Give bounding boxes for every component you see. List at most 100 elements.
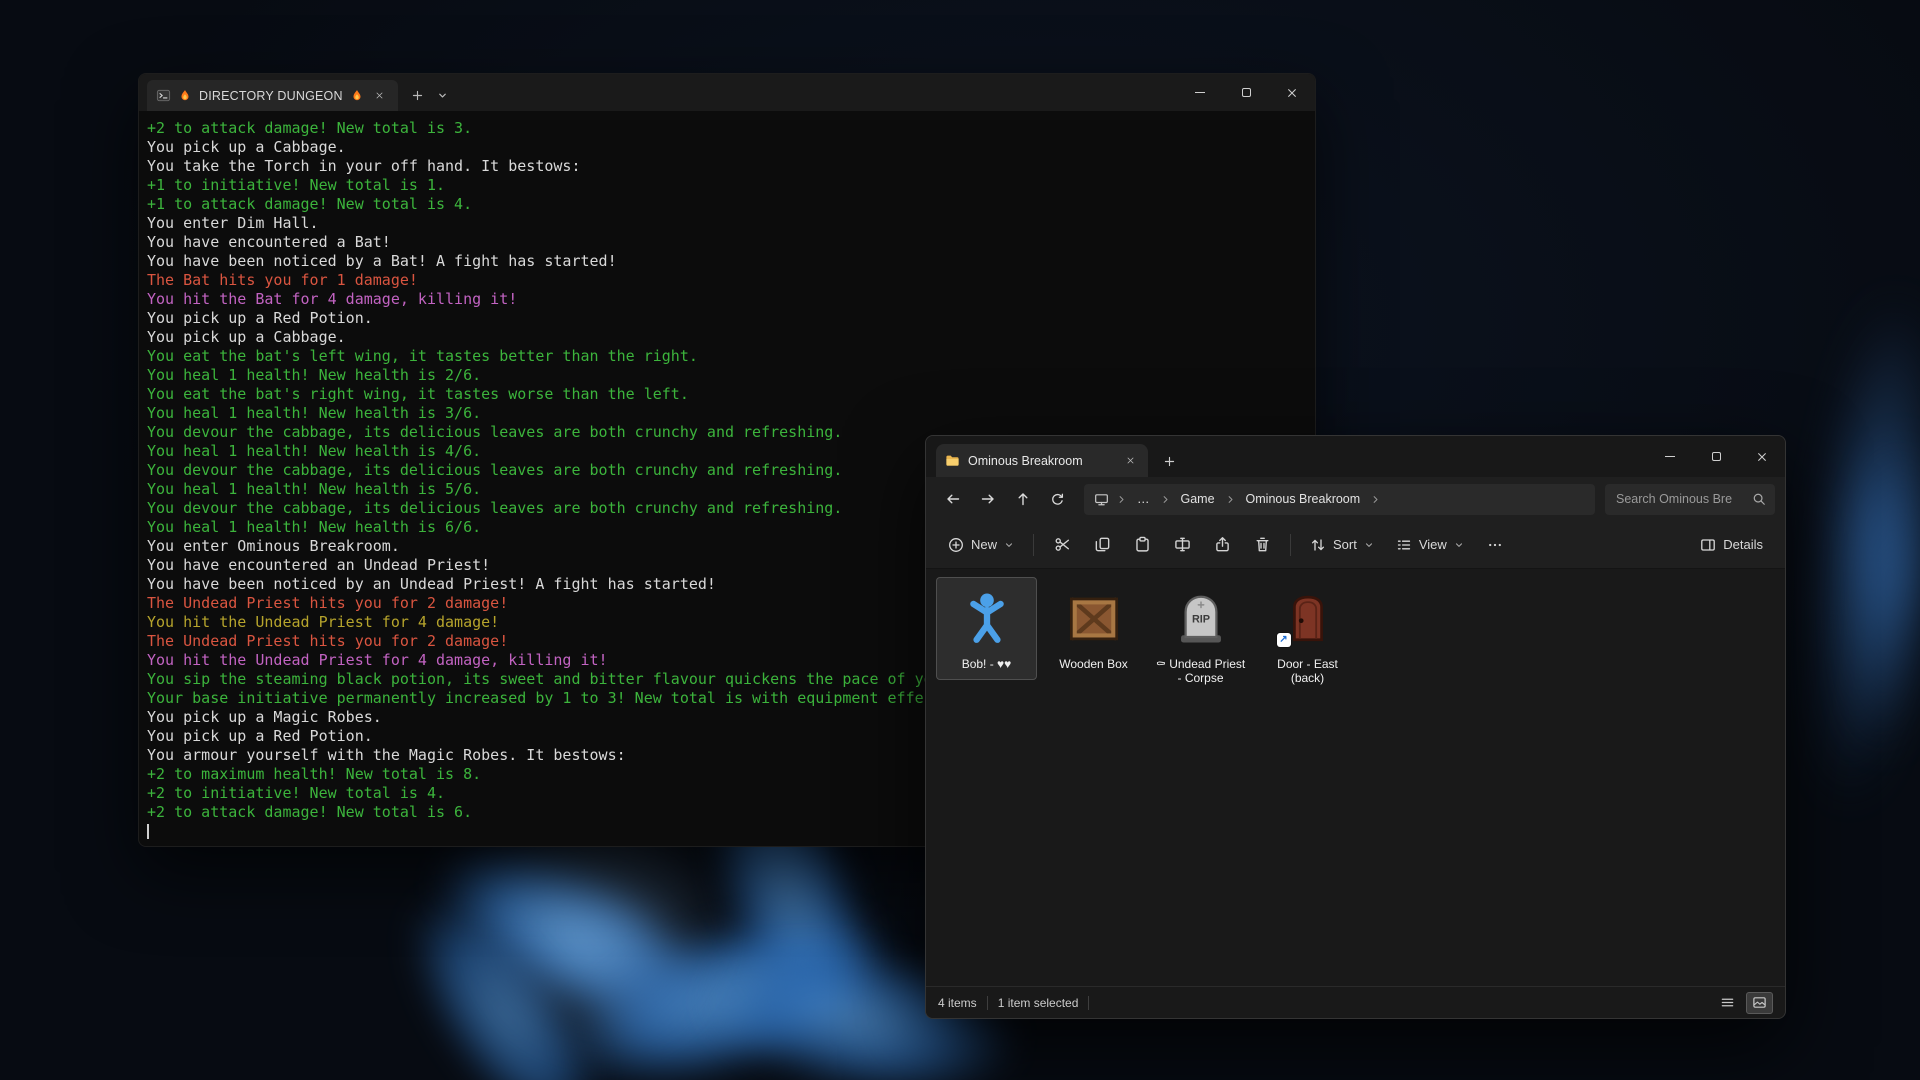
maximize-button[interactable] bbox=[1693, 436, 1739, 477]
close-icon bbox=[1126, 456, 1135, 465]
chevron-down-icon bbox=[1364, 540, 1374, 550]
terminal-tab-dropdown-button[interactable] bbox=[432, 82, 454, 110]
shortcut-arrow-glyph: ↗ bbox=[1279, 635, 1287, 645]
file-item-door-east[interactable]: ↗ Door - East (back) bbox=[1257, 577, 1358, 694]
folder-icon bbox=[945, 453, 960, 468]
view-icon bbox=[1396, 537, 1412, 553]
file-item-bob[interactable]: Bob! - ♥♥ bbox=[936, 577, 1037, 680]
more-options-button[interactable] bbox=[1476, 528, 1514, 562]
file-item-undead-priest-corpse[interactable]: ⚰ Undead Priest - Corpse bbox=[1150, 577, 1251, 694]
explorer-tab-strip[interactable]: Ominous Breakroom bbox=[926, 436, 1785, 477]
chevron-down-icon bbox=[1004, 540, 1014, 550]
paste-button[interactable] bbox=[1123, 528, 1161, 562]
terminal-tab[interactable]: DIRECTORY DUNGEON bbox=[147, 80, 398, 111]
terminal-titlebar[interactable]: DIRECTORY DUNGEON bbox=[139, 74, 1315, 111]
terminal-line: +1 to initiative! New total is 1. bbox=[147, 176, 1307, 195]
trash-icon bbox=[1254, 536, 1271, 553]
shortcut-overlay-icon: ↗ bbox=[1277, 633, 1291, 647]
terminal-tab-close-button[interactable] bbox=[371, 87, 389, 105]
address-bar[interactable]: … Game Ominous Breakroom bbox=[1084, 484, 1595, 515]
terminal-app-icon bbox=[156, 88, 171, 103]
search-input[interactable] bbox=[1614, 491, 1746, 507]
terminal-line: You heal 1 health! New health is 3/6. bbox=[147, 404, 1307, 423]
file-item-label: ⚰ Undead Priest - Corpse bbox=[1153, 657, 1248, 685]
terminal-line: You pick up a Cabbage. bbox=[147, 138, 1307, 157]
command-bar: New Sort View Det bbox=[926, 521, 1785, 569]
maximize-icon bbox=[1242, 88, 1251, 97]
terminal-line: You pick up a Cabbage. bbox=[147, 328, 1307, 347]
details-view-toggle-button[interactable] bbox=[1714, 992, 1741, 1014]
new-button[interactable]: New bbox=[938, 530, 1024, 560]
explorer-tab-close-button[interactable] bbox=[1121, 452, 1139, 470]
file-item-label: Bob! - ♥♥ bbox=[962, 657, 1012, 671]
copy-icon bbox=[1094, 536, 1111, 553]
copy-button[interactable] bbox=[1083, 528, 1121, 562]
file-item-wooden-box[interactable]: Wooden Box bbox=[1043, 577, 1144, 680]
terminal-line: You enter Dim Hall. bbox=[147, 214, 1307, 233]
rename-button[interactable] bbox=[1163, 528, 1201, 562]
explorer-tab[interactable]: Ominous Breakroom bbox=[936, 444, 1148, 477]
flame-icon bbox=[350, 89, 364, 103]
breadcrumb-segment-game[interactable]: Game bbox=[1178, 490, 1218, 508]
crate-figure-icon bbox=[1065, 589, 1123, 647]
delete-button[interactable] bbox=[1243, 528, 1281, 562]
breadcrumb-ellipsis[interactable]: … bbox=[1134, 490, 1153, 508]
more-icon bbox=[1487, 537, 1503, 553]
share-button[interactable] bbox=[1203, 528, 1241, 562]
status-divider bbox=[1088, 996, 1089, 1010]
maximize-button[interactable] bbox=[1223, 74, 1269, 111]
file-item-label: Wooden Box bbox=[1059, 657, 1128, 671]
large-icons-view-toggle-button[interactable] bbox=[1746, 992, 1773, 1014]
terminal-window-controls bbox=[1177, 74, 1315, 111]
close-icon bbox=[1286, 87, 1298, 99]
chevron-right-icon bbox=[1225, 494, 1236, 505]
breadcrumb-separator bbox=[1225, 494, 1236, 505]
details-toggle-button[interactable]: Details bbox=[1690, 530, 1773, 560]
terminal-new-tab-button[interactable] bbox=[404, 82, 432, 110]
share-icon bbox=[1214, 536, 1231, 553]
view-button-label: View bbox=[1419, 537, 1447, 552]
toolbar-divider bbox=[1033, 534, 1034, 556]
chevron-right-icon bbox=[1116, 494, 1127, 505]
terminal-line: You have encountered a Bat! bbox=[147, 233, 1307, 252]
minimize-button[interactable] bbox=[1177, 74, 1223, 111]
refresh-icon bbox=[1050, 492, 1065, 507]
file-item-label: Door - East (back) bbox=[1260, 657, 1355, 685]
crate-icon bbox=[1062, 586, 1126, 650]
sort-button[interactable]: Sort bbox=[1300, 530, 1384, 560]
terminal-line: You hit the Bat for 4 damage, killing it… bbox=[147, 290, 1307, 309]
terminal-line: The Bat hits you for 1 damage! bbox=[147, 271, 1307, 290]
flame-icon bbox=[178, 89, 192, 103]
new-button-label: New bbox=[971, 537, 997, 552]
up-button[interactable] bbox=[1006, 483, 1039, 516]
selection-count: 1 item selected bbox=[998, 996, 1079, 1010]
cut-button[interactable] bbox=[1043, 528, 1081, 562]
close-button[interactable] bbox=[1269, 74, 1315, 111]
refresh-button[interactable] bbox=[1041, 483, 1074, 516]
sort-icon bbox=[1310, 537, 1326, 553]
chevron-right-icon bbox=[1370, 494, 1381, 505]
search-box[interactable] bbox=[1605, 484, 1775, 515]
status-bar: 4 items 1 item selected bbox=[926, 986, 1785, 1018]
plus-icon bbox=[411, 89, 424, 102]
arrow-right-icon bbox=[980, 491, 996, 507]
file-explorer-window: Ominous Breakroom … bbox=[925, 435, 1786, 1019]
person-icon bbox=[955, 586, 1019, 650]
minimize-button[interactable] bbox=[1647, 436, 1693, 477]
terminal-line: You take the Torch in your off hand. It … bbox=[147, 157, 1307, 176]
explorer-new-tab-button[interactable] bbox=[1156, 448, 1182, 474]
breadcrumb-segment-ominous-breakroom[interactable]: Ominous Breakroom bbox=[1243, 490, 1364, 508]
maximize-icon bbox=[1712, 452, 1721, 461]
person-figure-icon bbox=[958, 589, 1016, 647]
forward-button[interactable] bbox=[971, 483, 1004, 516]
chevron-down-icon bbox=[437, 90, 448, 101]
back-button[interactable] bbox=[936, 483, 969, 516]
file-list-area[interactable]: Bob! - ♥♥ Wooden Box ⚰ Undead Priest - C… bbox=[926, 569, 1785, 986]
view-button[interactable]: View bbox=[1386, 530, 1474, 560]
close-button[interactable] bbox=[1739, 436, 1785, 477]
terminal-line: +2 to attack damage! New total is 3. bbox=[147, 119, 1307, 138]
chevron-down-icon bbox=[1454, 540, 1464, 550]
minimize-icon bbox=[1195, 92, 1205, 94]
explorer-navigation-bar: … Game Ominous Breakroom bbox=[926, 477, 1785, 521]
terminal-line: You have been noticed by a Bat! A fight … bbox=[147, 252, 1307, 271]
